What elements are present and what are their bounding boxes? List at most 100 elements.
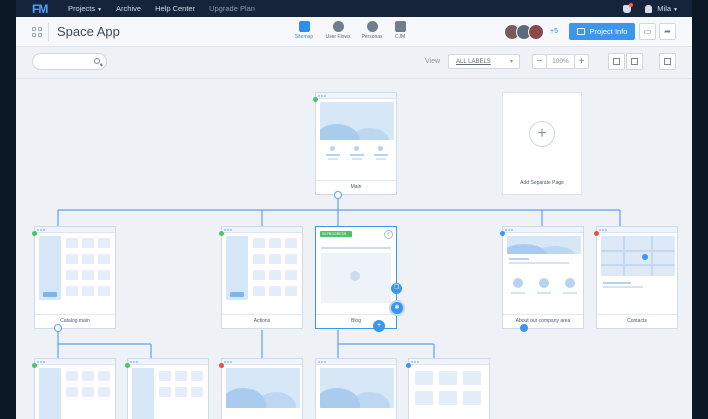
product-tile <box>159 387 171 397</box>
divider <box>597 314 677 315</box>
product-tile <box>98 254 110 264</box>
team-avatar <box>539 278 549 288</box>
add-child-button[interactable]: + <box>373 320 385 332</box>
product-tile <box>82 270 94 280</box>
map-preview <box>601 236 675 276</box>
text-line <box>509 262 569 264</box>
add-page-label: Add Separate Page <box>520 180 564 186</box>
product-tile <box>253 254 265 264</box>
text-line <box>509 258 529 260</box>
product-tile <box>98 286 110 296</box>
sidebar-block <box>39 236 61 300</box>
button-shape <box>43 292 57 297</box>
product-tile <box>285 286 297 296</box>
product-tile <box>82 254 94 264</box>
page-name: Main <box>350 184 362 190</box>
map-road <box>623 236 625 276</box>
product-tile <box>159 371 171 381</box>
map-road <box>651 236 653 276</box>
card-chrome <box>222 227 302 233</box>
card-chrome <box>316 93 396 99</box>
status-dot <box>32 363 37 368</box>
page-name: About our company area <box>515 318 571 324</box>
gallery-tile <box>463 371 481 385</box>
status-dot <box>594 231 599 236</box>
divider <box>222 314 302 315</box>
feature-icon <box>354 146 359 151</box>
page-card-contacts[interactable]: Contacts <box>596 226 678 329</box>
mountain-shape <box>320 388 360 408</box>
add-child-node[interactable] <box>520 324 528 332</box>
sidebar-block <box>132 368 154 419</box>
gallery-tile <box>439 391 457 405</box>
product-tile <box>253 286 265 296</box>
sitemap-canvas[interactable]: Main + Add Separate Page Catalog main Ac… <box>16 0 692 419</box>
text-line <box>321 247 391 249</box>
product-tile <box>253 270 265 280</box>
team-avatar <box>565 278 575 288</box>
connectors <box>57 198 621 358</box>
page-card-child[interactable] <box>315 358 397 419</box>
page-card-child[interactable] <box>34 358 116 419</box>
text-line <box>326 154 340 156</box>
card-chrome <box>409 359 489 365</box>
product-tile <box>285 238 297 248</box>
check-icon[interactable]: ✓ <box>384 230 393 239</box>
page-card-catalog-main[interactable]: Catalog main <box>34 226 116 329</box>
hero-image <box>226 368 300 408</box>
gallery-tile <box>463 391 481 405</box>
page-card-blog[interactable]: IN PROGRESS ✓ Blog <box>315 226 397 329</box>
product-tile <box>98 387 110 397</box>
settings-button[interactable]: ✱ <box>391 302 403 314</box>
status-dot <box>32 231 37 236</box>
product-tile <box>191 371 203 381</box>
status-dot <box>219 363 224 368</box>
text-line <box>603 286 643 288</box>
gallery-tile <box>415 391 433 405</box>
page-name: Contacts <box>627 318 647 324</box>
add-child-node[interactable] <box>334 191 342 199</box>
product-tile <box>269 254 281 264</box>
product-tile <box>82 286 94 296</box>
status-dot <box>313 97 318 102</box>
product-tile <box>175 371 187 381</box>
hero-image <box>320 102 394 140</box>
gallery-tile <box>439 371 457 385</box>
feature-icon <box>330 146 335 151</box>
button-shape <box>230 292 244 297</box>
mountain-shape <box>226 388 266 408</box>
page-card-child[interactable] <box>221 358 303 419</box>
product-tile <box>98 270 110 280</box>
add-child-node[interactable] <box>54 324 62 332</box>
add-separate-page-card[interactable]: + Add Separate Page <box>502 92 582 195</box>
map-road <box>601 250 675 252</box>
page-card-about[interactable]: About our company area <box>502 226 584 329</box>
sidebar-block <box>226 236 248 300</box>
product-tile <box>269 286 281 296</box>
status-dot <box>406 363 411 368</box>
product-tile <box>66 254 78 264</box>
divider <box>316 180 396 181</box>
divider <box>316 314 396 315</box>
text-line <box>376 158 386 160</box>
product-tile <box>66 238 78 248</box>
page-card-child[interactable] <box>408 358 490 419</box>
page-name: Catalog main <box>60 318 90 324</box>
product-tile <box>82 371 94 381</box>
page-card-actions[interactable]: Actions <box>221 226 303 329</box>
text-line <box>603 282 631 284</box>
card-chrome <box>597 227 677 233</box>
mountain-shape <box>507 244 547 254</box>
card-chrome <box>35 359 115 365</box>
page-card-child[interactable] <box>127 358 209 419</box>
feature-icon <box>378 146 383 151</box>
copy-button[interactable]: ❐ <box>391 283 402 294</box>
page-name: Actions <box>253 318 271 324</box>
text-line <box>350 154 364 156</box>
divider <box>35 314 115 315</box>
product-tile <box>253 238 265 248</box>
product-tile <box>269 238 281 248</box>
page-card-main[interactable]: Main <box>315 92 397 195</box>
product-tile <box>66 371 78 381</box>
map-pin-icon <box>642 254 648 260</box>
